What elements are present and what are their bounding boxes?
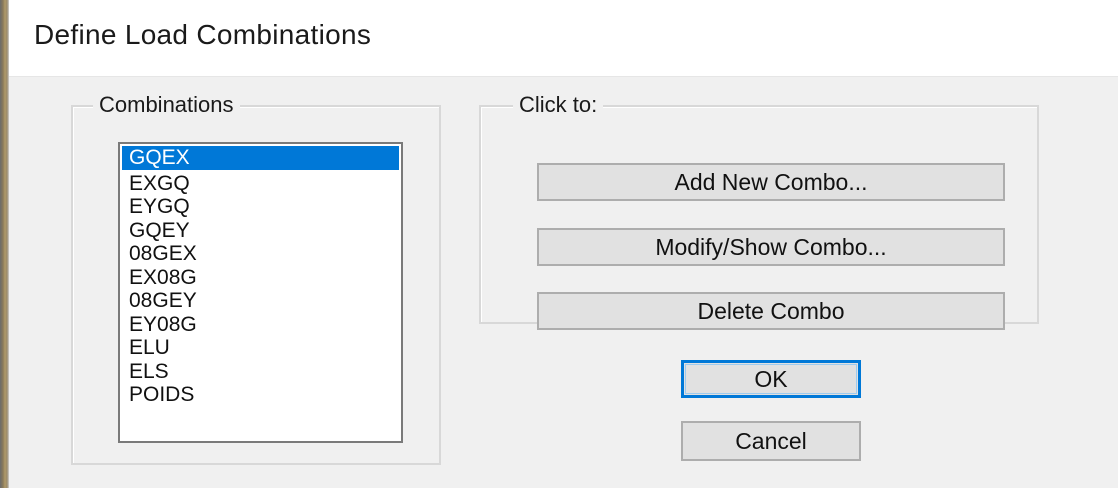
- list-item-ey08g[interactable]: EY08G: [120, 313, 401, 337]
- click-to-group: Click to: Add New Combo... Modify/Show C…: [479, 92, 1039, 330]
- add-new-combo-button[interactable]: Add New Combo...: [537, 163, 1005, 201]
- list-item-ex08g[interactable]: EX08G: [120, 266, 401, 290]
- define-load-combinations-dialog: Define Load Combinations Combinations GQ…: [0, 0, 1118, 488]
- window-edge: [0, 0, 9, 488]
- ok-button[interactable]: OK: [681, 360, 861, 398]
- title-bar[interactable]: Define Load Combinations: [9, 0, 1118, 77]
- list-item-08gex[interactable]: 08GEX: [120, 242, 401, 266]
- cancel-button[interactable]: Cancel: [681, 421, 861, 461]
- list-item-exgq[interactable]: EXGQ: [120, 172, 401, 196]
- list-item-poids[interactable]: POIDS: [120, 383, 401, 407]
- list-item-eygq[interactable]: EYGQ: [120, 195, 401, 219]
- list-item-gqey[interactable]: GQEY: [120, 219, 401, 243]
- window-title: Define Load Combinations: [34, 19, 372, 50]
- click-to-group-label: Click to:: [513, 92, 604, 118]
- modify-show-combo-button[interactable]: Modify/Show Combo...: [537, 228, 1005, 266]
- list-item-els[interactable]: ELS: [120, 360, 401, 384]
- delete-combo-button[interactable]: Delete Combo: [537, 292, 1005, 330]
- dialog-client-area: Combinations GQEX EXGQ EYGQ GQEY 08GEX E…: [9, 77, 1118, 488]
- list-item-gqex[interactable]: GQEX: [122, 146, 399, 170]
- list-item-08gey[interactable]: 08GEY: [120, 289, 401, 313]
- list-item-elu[interactable]: ELU: [120, 336, 401, 360]
- combinations-group-label: Combinations: [93, 92, 240, 118]
- combinations-group: Combinations GQEX EXGQ EYGQ GQEY 08GEX E…: [71, 92, 441, 465]
- combinations-listbox[interactable]: GQEX EXGQ EYGQ GQEY 08GEX EX08G 08GEY EY…: [118, 142, 403, 443]
